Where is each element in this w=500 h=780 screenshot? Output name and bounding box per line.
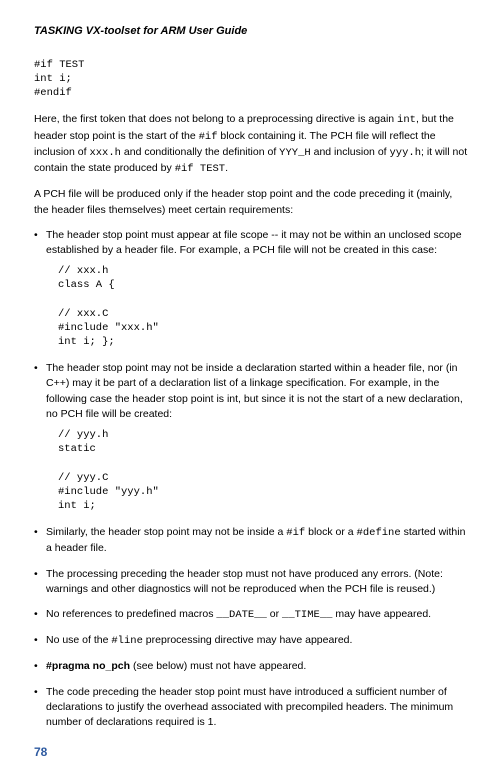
bullet-predefined-macros: No references to predefined macros __DAT… [34, 607, 468, 623]
document-title: TASKING VX-toolset for ARM User Guide [34, 24, 468, 40]
bullet-no-errors: The processing preceding the header stop… [34, 567, 468, 597]
bullet-if-define: Similarly, the header stop point may not… [34, 525, 468, 556]
code-block-1: #if TEST int i; #endif [34, 58, 468, 101]
bullet-scope: The header stop point must appear at fil… [34, 228, 468, 349]
bullet-declaration: The header stop point may not be inside … [34, 361, 468, 513]
code-block-3: // yyy.h static // yyy.C #include "yyy.h… [58, 428, 468, 513]
code-block-2: // xxx.h class A { // xxx.C #include "xx… [58, 264, 468, 349]
bullet-pragma-no-pch: #pragma no_pch (see below) must not have… [34, 659, 468, 674]
bullet-line-directive: No use of the #line preprocessing direct… [34, 633, 468, 649]
bullet-declarations-count: The code preceding the header stop point… [34, 685, 468, 731]
page-number: 78 [34, 744, 468, 761]
paragraph-2: A PCH file will be produced only if the … [34, 187, 468, 217]
paragraph-1: Here, the first token that does not belo… [34, 112, 468, 177]
